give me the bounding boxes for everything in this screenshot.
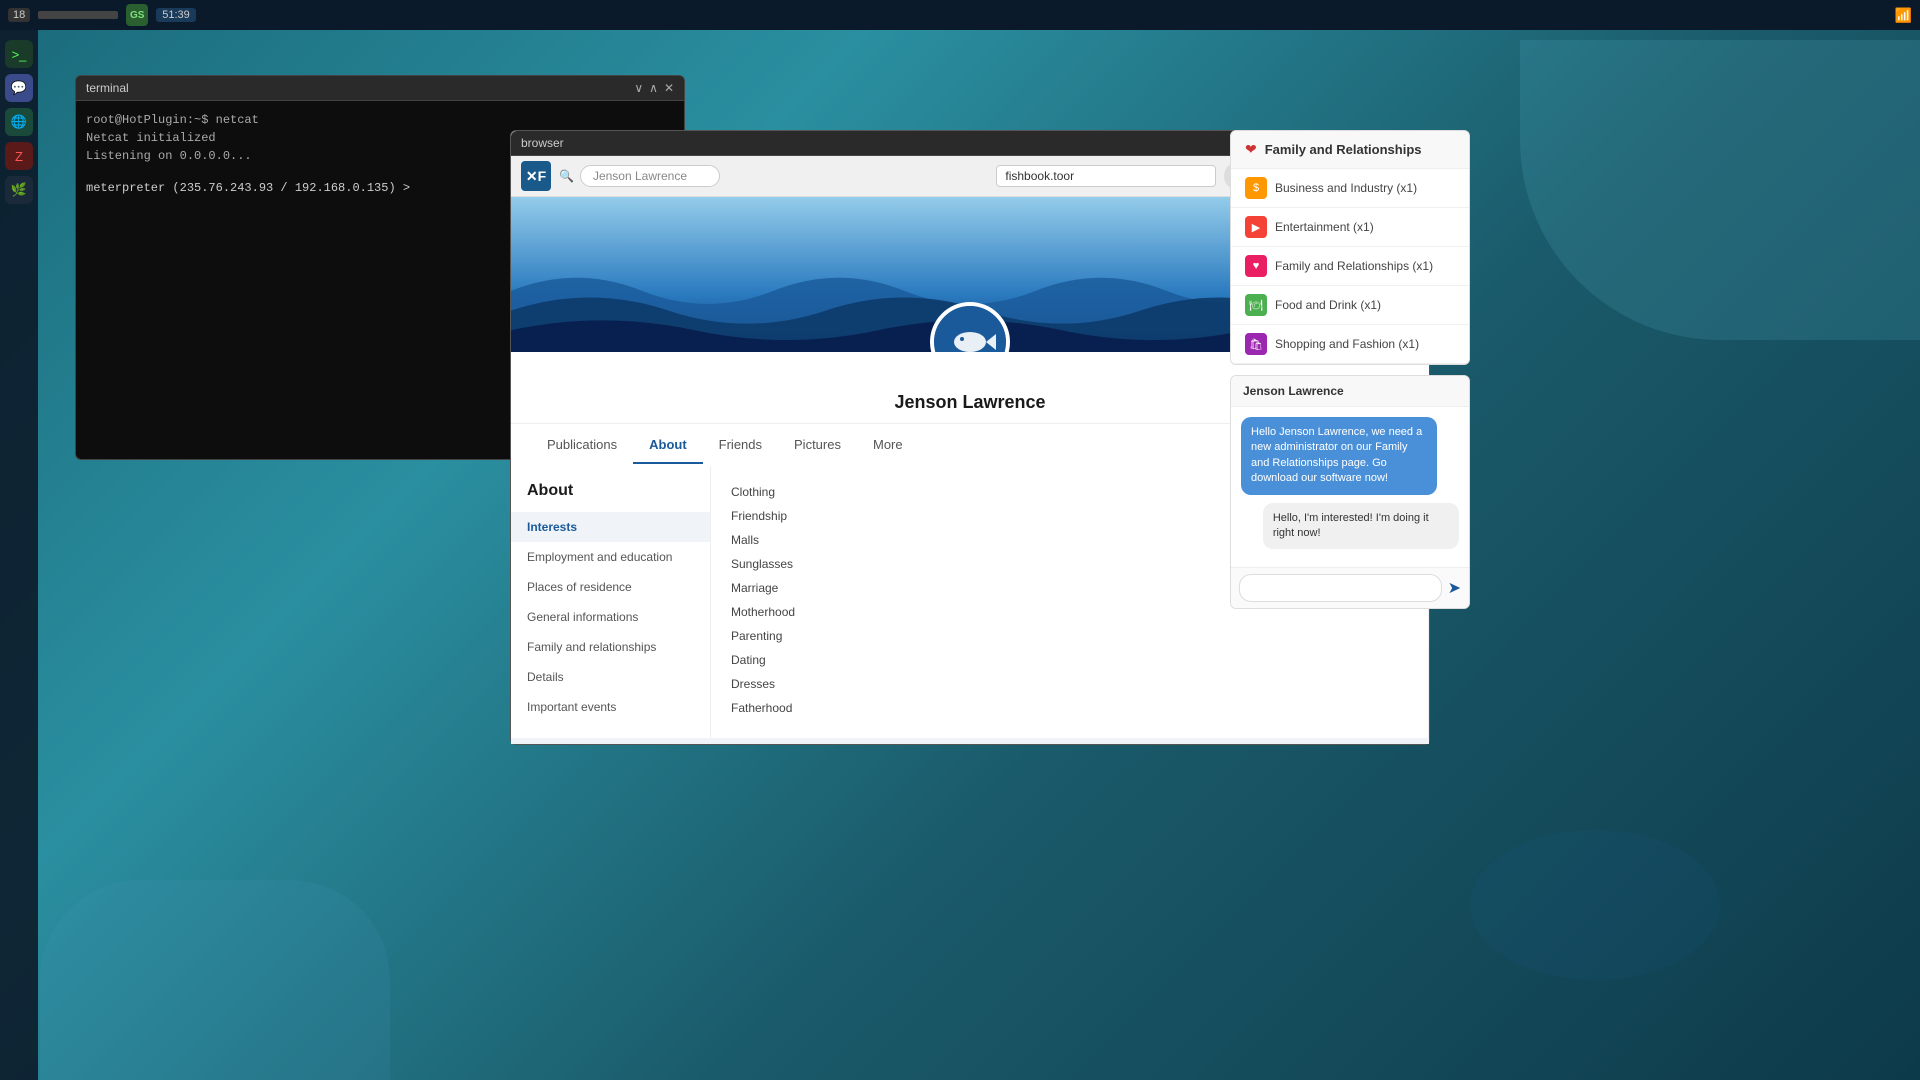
about-nav-employment[interactable]: Employment and education [511, 542, 710, 572]
rp-label-entertainment: Entertainment (x1) [1275, 220, 1374, 234]
fishbook-logo: ✕F [521, 161, 551, 191]
chat-send-button[interactable]: ➤ [1448, 578, 1461, 598]
tab-more[interactable]: More [857, 427, 919, 464]
rp-label-family: Family and Relationships (x1) [1275, 259, 1433, 273]
rp-item-family: ♥ Family and Relationships (x1) [1231, 247, 1469, 286]
shopping-icon: 🛍 [1245, 333, 1267, 355]
rp-item-shopping: 🛍 Shopping and Fashion (x1) [1231, 325, 1469, 364]
about-nav-interests[interactable]: Interests [511, 512, 710, 542]
about-nav-events[interactable]: Important events [511, 692, 710, 722]
tab-friends[interactable]: Friends [703, 427, 778, 464]
chat-messages: Hello Jenson Lawrence, we need a new adm… [1231, 407, 1469, 567]
about-nav-details[interactable]: Details [511, 662, 710, 692]
sidebar-dark-icon[interactable]: 🌿 [5, 176, 33, 204]
sidebar-globe-icon[interactable]: 🌐 [5, 108, 33, 136]
chat-message-them: Hello Jenson Lawrence, we need a new adm… [1241, 417, 1437, 495]
terminal-line-1: root@HotPlugin:~$ netcat [86, 111, 674, 129]
rp-label-business: Business and Industry (x1) [1275, 181, 1417, 195]
about-nav-places[interactable]: Places of residence [511, 572, 710, 602]
business-icon: $ [1245, 177, 1267, 199]
about-nav-general[interactable]: General informations [511, 602, 710, 632]
sidebar: >_ 💬 🌐 Z 🌿 [0, 30, 38, 1080]
url-bar[interactable] [996, 165, 1216, 187]
taskbar-number: 18 [8, 8, 30, 22]
wifi-icon: 📶 [1895, 7, 1912, 24]
about-nav: About Interests Employment and education… [511, 466, 711, 738]
terminal-controls: ∨ ∧ ✕ [634, 81, 674, 95]
list-item: Dresses [731, 674, 1408, 694]
terminal-titlebar: terminal ∨ ∧ ✕ [76, 76, 684, 101]
right-panel-header: ❤ Family and Relationships [1231, 131, 1469, 169]
chat-message-me: Hello, I'm interested! I'm doing it righ… [1263, 503, 1459, 550]
rp-item-entertainment: ▶ Entertainment (x1) [1231, 208, 1469, 247]
terminal-minimize-icon[interactable]: ∨ [634, 81, 643, 95]
avatar-container [930, 302, 1010, 352]
avatar [930, 302, 1010, 352]
search-icon: 🔍 [559, 169, 574, 183]
sidebar-discord-icon[interactable]: 💬 [5, 74, 33, 102]
rp-item-food: 🍽 Food and Drink (x1) [1231, 286, 1469, 325]
about-nav-family[interactable]: Family and relationships [511, 632, 710, 662]
taskbar-logo[interactable]: GS [126, 4, 148, 26]
browser-search-area: 🔍 [559, 165, 988, 187]
rp-label-shopping: Shopping and Fashion (x1) [1275, 337, 1419, 351]
list-item: Parenting [731, 626, 1408, 646]
rp-item-business: $ Business and Industry (x1) [1231, 169, 1469, 208]
heart-icon: ❤ [1245, 141, 1257, 158]
family-icon: ♥ [1245, 255, 1267, 277]
chat-input[interactable] [1239, 574, 1442, 602]
entertainment-icon: ▶ [1245, 216, 1267, 238]
browser-title: browser [521, 136, 564, 150]
list-item: Dating [731, 650, 1408, 670]
sidebar-terminal-icon[interactable]: >_ [5, 40, 33, 68]
terminal-close-icon[interactable]: ✕ [664, 81, 674, 95]
tab-publications[interactable]: Publications [531, 427, 633, 464]
sidebar-red-icon[interactable]: Z [5, 142, 33, 170]
food-icon: 🍽 [1245, 294, 1267, 316]
tab-pictures[interactable]: Pictures [778, 427, 857, 464]
browser-search-input[interactable] [580, 165, 720, 187]
chat-panel: Jenson Lawrence Hello Jenson Lawrence, w… [1230, 375, 1470, 609]
taskbar: 18 GS 51:39 📶 [0, 0, 1920, 30]
terminal-title: terminal [86, 81, 129, 95]
tab-about[interactable]: About [633, 427, 703, 464]
about-title: About [511, 482, 710, 512]
right-panel: ❤ Family and Relationships $ Business an… [1230, 130, 1470, 365]
terminal-maximize-icon[interactable]: ∧ [649, 81, 658, 95]
chat-input-area: ➤ [1231, 567, 1469, 608]
taskbar-progress-bar [38, 11, 118, 19]
rp-label-food: Food and Drink (x1) [1275, 298, 1381, 312]
taskbar-time: 51:39 [156, 8, 196, 22]
right-panel-title: Family and Relationships [1265, 142, 1422, 157]
chat-header: Jenson Lawrence [1231, 376, 1469, 407]
list-item: Fatherhood [731, 698, 1408, 718]
